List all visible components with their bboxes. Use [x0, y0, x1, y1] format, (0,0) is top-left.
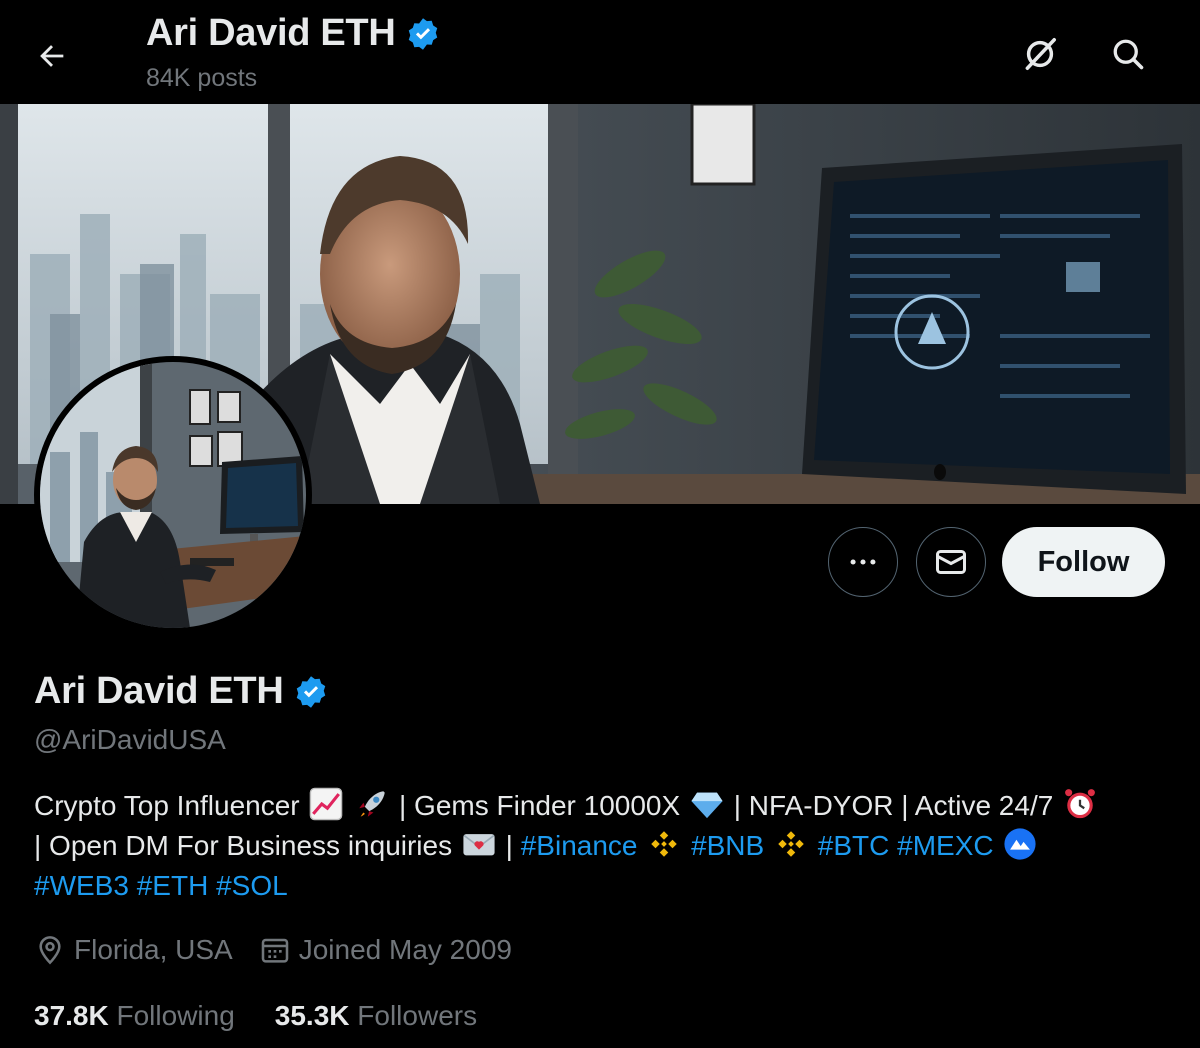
followers-label: Followers — [357, 1000, 478, 1031]
mexc-emoji-icon — [1004, 828, 1036, 860]
display-name: Ari David ETH — [34, 670, 284, 712]
bio-line-1: Crypto Top Influencer | Gems Finder 1000… — [34, 786, 1174, 826]
bio-line-3: #WEB3 #ETH #SOL — [34, 866, 1174, 906]
binance-emoji-icon — [651, 831, 678, 857]
more-icon — [850, 559, 876, 565]
rocket-emoji-icon — [359, 791, 385, 817]
profile-header: Ari David ETH 84K posts — [0, 0, 1200, 104]
avatar[interactable] — [34, 356, 312, 634]
arrow-left-icon — [40, 45, 64, 67]
hashtag-btc[interactable]: #BTC — [818, 830, 890, 861]
bio-text: | Open DM For Business inquiries — [34, 830, 453, 861]
love-letter-emoji-icon — [463, 834, 495, 856]
location-pin-icon — [39, 936, 61, 965]
grok-button[interactable] — [1010, 24, 1070, 84]
following-label: Following — [116, 1000, 235, 1031]
binance-emoji-icon — [778, 831, 804, 857]
more-button[interactable] — [828, 527, 898, 597]
location: Florida, USA — [34, 934, 233, 966]
follow-counts: 37.8K Following 35.3K Followers — [34, 1000, 517, 1032]
bio: Crypto Top Influencer | Gems Finder 1000… — [34, 786, 1174, 906]
back-button[interactable] — [24, 28, 80, 84]
followers-count: 35.3K — [274, 1000, 350, 1031]
chart-increasing-emoji-icon — [310, 787, 343, 821]
hashtag-bnb[interactable]: #BNB — [691, 830, 764, 861]
bio-text: | — [505, 830, 513, 861]
header-name: Ari David ETH — [146, 12, 396, 54]
hashtag-web3[interactable]: #WEB3 — [34, 870, 129, 901]
following-link[interactable]: 37.8K Following — [34, 1000, 235, 1032]
envelope-icon — [936, 550, 966, 574]
avatar-image — [40, 362, 306, 628]
search-icon — [1113, 39, 1144, 70]
bio-line-2: | Open DM For Business inquiries | #Bina… — [34, 826, 1174, 866]
search-button[interactable] — [1098, 24, 1158, 84]
follow-button[interactable]: Follow — [1002, 527, 1165, 597]
alarm-clock-emoji-icon — [1065, 789, 1095, 819]
followers-link[interactable]: 35.3K Followers — [275, 1000, 477, 1032]
message-button[interactable] — [916, 527, 986, 597]
calendar-icon — [261, 938, 288, 963]
profile-name: Ari David ETH — [34, 670, 329, 713]
following-count: 37.8K — [34, 1000, 109, 1031]
bio-text: | Gems Finder 10000X — [398, 790, 681, 821]
bio-text: Crypto Top Influencer — [34, 790, 300, 821]
hashtag-sol[interactable]: #SOL — [216, 870, 288, 901]
bio-text: | NFA-DYOR | Active 24/7 — [733, 790, 1054, 821]
location-text: Florida, USA — [74, 934, 233, 965]
user-handle: @AriDavidUSA — [34, 724, 226, 755]
hashtag-eth[interactable]: #ETH — [137, 870, 209, 901]
grok-icon — [1025, 38, 1056, 70]
join-date: Joined May 2009 — [259, 934, 512, 966]
hashtag-mexc[interactable]: #MEXC — [897, 830, 993, 861]
verified-badge-icon — [409, 17, 438, 50]
profile-meta: Florida, USA Joined May 2009 — [34, 934, 538, 966]
gem-emoji-icon — [691, 792, 723, 819]
post-count: 84K posts — [146, 64, 258, 92]
verified-badge-icon[interactable] — [293, 674, 329, 710]
join-date-text: Joined May 2009 — [298, 934, 512, 965]
header-title: Ari David ETH — [146, 12, 441, 55]
hashtag-binance[interactable]: #Binance — [521, 830, 638, 861]
